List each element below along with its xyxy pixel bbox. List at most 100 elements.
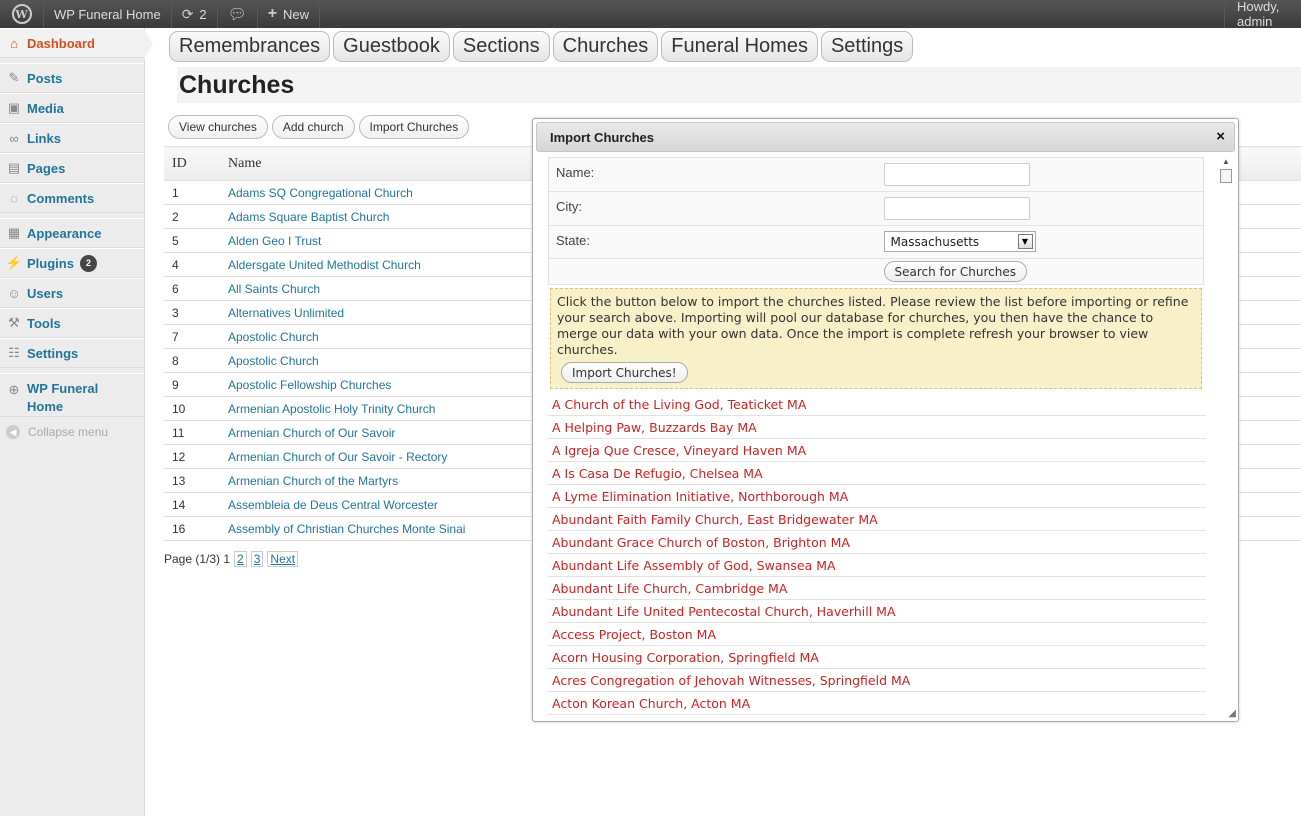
menu-settings[interactable]: ☷ Settings — [0, 338, 144, 368]
link-icon: ∞ — [9, 130, 19, 146]
dialog-title: Import Churches — [550, 129, 655, 145]
appearance-icon: ▦ — [7, 225, 21, 240]
scrollbar-thumb[interactable] — [1220, 169, 1232, 183]
result-item[interactable]: Abundant Life Assembly of God, Swansea M… — [548, 554, 1206, 577]
tab-remembrances[interactable]: Remembrances — [169, 31, 331, 62]
church-id: 7 — [164, 324, 228, 349]
tab-settings[interactable]: Settings — [820, 31, 914, 62]
site-name-link[interactable]: WP Funeral Home — [44, 0, 172, 28]
tab-sections[interactable]: Sections — [452, 31, 550, 62]
plus-icon: + — [267, 5, 278, 22]
tab-guestbook[interactable]: Guestbook — [333, 31, 450, 62]
page-title: Churches — [179, 71, 295, 99]
church-id: 12 — [164, 444, 228, 469]
import-notice: Click the button below to import the chu… — [550, 288, 1202, 389]
close-icon[interactable]: × — [1216, 128, 1225, 145]
add-church-button[interactable]: Add church — [271, 115, 355, 139]
tab-funeral-homes[interactable]: Funeral Homes — [661, 31, 818, 62]
result-item[interactable]: Acton Korean Church, Acton MA — [548, 692, 1206, 715]
new-content-link[interactable]: + New — [258, 0, 321, 28]
menu-plugins[interactable]: ⚡ Plugins 2 — [0, 248, 144, 278]
import-churches-submit-button[interactable]: Import Churches! — [561, 362, 688, 383]
city-field[interactable] — [883, 197, 1030, 220]
search-results-list: A Church of the Living God, Teaticket MA… — [548, 393, 1206, 715]
dialog-titlebar[interactable]: Import Churches × — [536, 122, 1235, 152]
result-item[interactable]: Abundant Grace Church of Boston, Brighto… — [548, 531, 1206, 554]
admin-bar: W WP Funeral Home ⟳ 2 💬︎ + New Howdy, ad… — [0, 0, 1301, 28]
howdy-account-link[interactable]: Howdy, admin — [1224, 0, 1301, 28]
result-item[interactable]: A Is Casa De Refugio, Chelsea MA — [548, 462, 1206, 485]
church-id: 5 — [164, 228, 228, 253]
menu-appearance[interactable]: ▦ Appearance — [0, 218, 144, 248]
menu-posts[interactable]: ✎ Posts — [0, 63, 144, 93]
new-label: New — [283, 6, 310, 22]
menu-tools[interactable]: ⚒ Tools — [0, 308, 144, 338]
tab-churches[interactable]: Churches — [552, 31, 659, 62]
page-link-2[interactable]: 2 — [234, 551, 247, 567]
search-churches-button[interactable]: Search for Churches — [883, 261, 1027, 282]
state-select[interactable]: Massachusetts ▼ — [883, 231, 1036, 252]
menu-pages[interactable]: ▤ Pages — [0, 153, 144, 183]
menu-label: Plugins — [27, 255, 74, 271]
menu-label: Settings — [27, 345, 79, 361]
name-field[interactable] — [883, 163, 1030, 186]
plugin-tab-nav: Remembrances Guestbook Sections Churches… — [169, 31, 914, 62]
result-item[interactable]: A Igreja Que Cresce, Vineyard Haven MA — [548, 439, 1206, 462]
result-item[interactable]: Abundant Faith Family Church, East Bridg… — [548, 508, 1206, 531]
menu-media[interactable]: ▣ Media — [0, 93, 144, 123]
import-churches-button[interactable]: Import Churches — [358, 115, 470, 139]
globe-icon: ⊕ — [8, 382, 20, 397]
church-id: 4 — [164, 252, 228, 277]
church-id: 16 — [164, 516, 228, 541]
next-page-link[interactable]: Next — [267, 551, 299, 567]
result-item[interactable]: A Lyme Elimination Initiative, Northboro… — [548, 485, 1206, 508]
church-id: 11 — [164, 420, 228, 445]
result-item[interactable]: Abundant Life United Pentecostal Church,… — [548, 600, 1206, 623]
state-selected-value: Massachusetts — [890, 234, 980, 249]
menu-links[interactable]: ∞ Links — [0, 123, 144, 153]
church-id: 2 — [164, 204, 228, 229]
collapse-menu-button[interactable]: ◀ Collapse menu — [0, 417, 144, 447]
view-churches-button[interactable]: View churches — [168, 115, 268, 139]
menu-label: Users — [27, 285, 64, 301]
comment-bubble-icon: 💬︎ — [227, 6, 247, 23]
menu-label: Links — [27, 130, 61, 146]
refresh-icon: ⟳ — [181, 5, 194, 22]
menu-comments[interactable]: ◌ Comments — [0, 183, 144, 213]
church-id: 1 — [164, 180, 228, 205]
result-item[interactable]: Access Project, Boston MA — [548, 623, 1206, 646]
result-item[interactable]: A Church of the Living God, Teaticket MA — [548, 393, 1206, 416]
church-search-form: Name: City: State: Massachusetts ▼ Searc… — [548, 157, 1204, 285]
result-item[interactable]: Acorn Housing Corporation, Springfield M… — [548, 646, 1206, 669]
media-icon: ▣ — [7, 100, 21, 115]
updates-link[interactable]: ⟳ 2 — [172, 0, 218, 28]
menu-label: Posts — [27, 70, 63, 86]
menu-label: Tools — [27, 315, 61, 331]
resize-handle-icon[interactable]: ◢ — [1228, 708, 1236, 719]
menu-label: WP Funeral Home — [27, 381, 99, 414]
scroll-up-arrow-icon[interactable]: ▲ — [1222, 157, 1230, 166]
church-id: 13 — [164, 468, 228, 493]
menu-users[interactable]: ☺ Users — [0, 278, 144, 308]
menu-label: Dashboard — [27, 35, 95, 51]
pages-icon: ▤ — [7, 160, 21, 175]
result-item[interactable]: A Helping Paw, Buzzards Bay MA — [548, 416, 1206, 439]
wordpress-logo-icon[interactable]: W — [0, 0, 44, 28]
settings-icon: ☷ — [8, 345, 20, 360]
name-label: Name: — [548, 157, 877, 192]
city-label: City: — [548, 191, 877, 226]
menu-dashboard[interactable]: ⌂ Dashboard — [0, 28, 153, 59]
page-link-3[interactable]: 3 — [250, 551, 264, 567]
result-item[interactable]: Acres Congregation of Jehovah Witnesses,… — [548, 669, 1206, 692]
church-id: 8 — [164, 348, 228, 373]
menu-wp-funeral-home[interactable]: ⊕ WP Funeral Home — [0, 373, 144, 417]
dialog-scrollbar[interactable]: ▲ — [1219, 157, 1232, 719]
result-item[interactable]: Abundant Life Church, Cambridge MA — [548, 577, 1206, 600]
church-id: 6 — [164, 276, 228, 301]
menu-label: Comments — [27, 190, 95, 206]
comments-link[interactable]: 💬︎ — [218, 0, 258, 28]
church-id: 9 — [164, 372, 228, 397]
plugins-update-badge: 2 — [79, 254, 97, 272]
tools-icon: ⚒ — [8, 315, 20, 330]
menu-label: Media — [27, 100, 64, 116]
